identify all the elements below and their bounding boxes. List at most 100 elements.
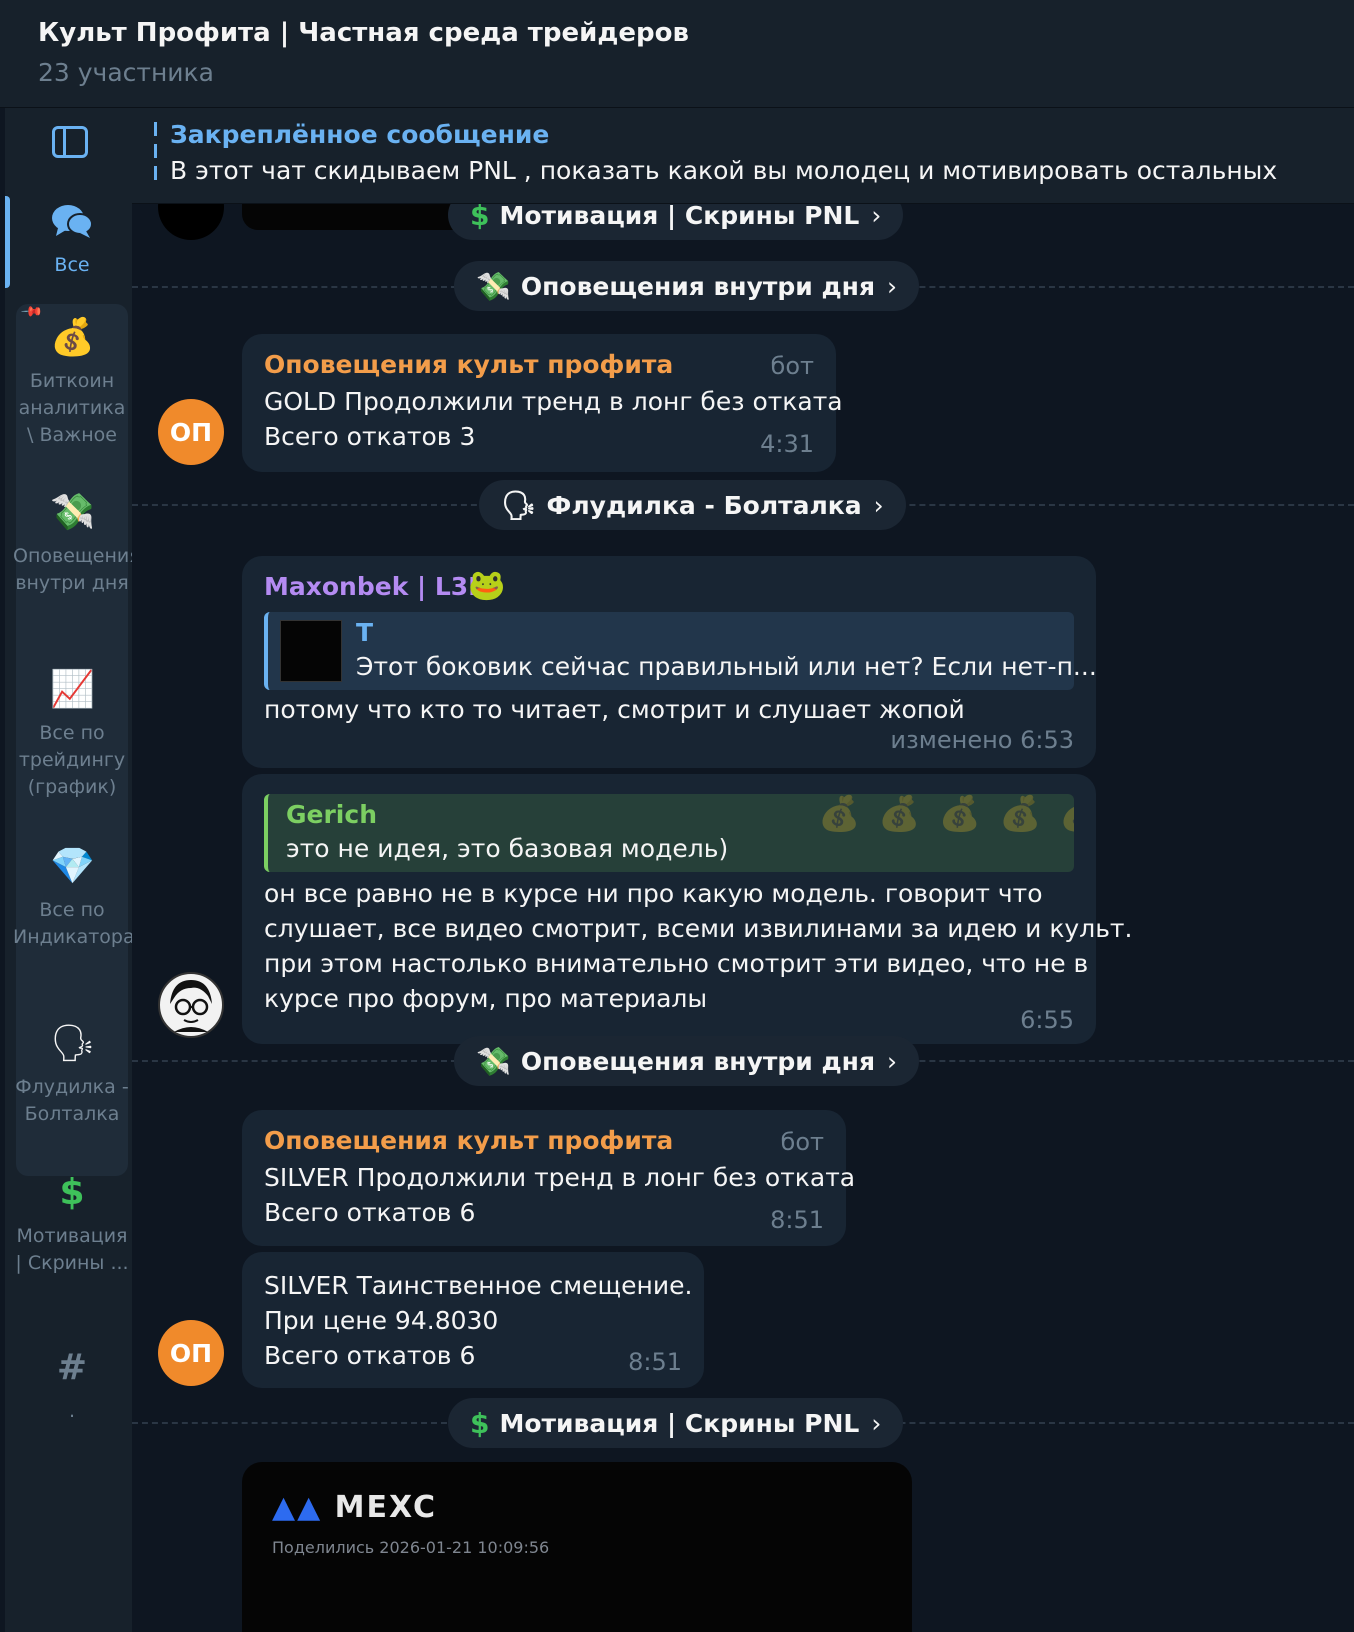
message-text: GOLD Продолжили тренд в лонг без отката xyxy=(264,387,843,416)
sidebar-item-label: Биткоин аналитика \ Важное xyxy=(18,370,126,446)
chat-header[interactable]: Культ Профита | Частная среда трейдеров … xyxy=(0,0,1354,108)
pinned-title: Закреплённое сообщение xyxy=(170,120,550,149)
mexc-logo-mark-icon: ▲▲ xyxy=(272,1490,323,1525)
chat-bubbles-icon xyxy=(50,200,94,244)
flying-money-icon: 💸 xyxy=(50,492,95,533)
bot-tag: бот xyxy=(780,1128,824,1156)
dollar-sign-icon: $ xyxy=(470,1406,490,1440)
pinned-indicator xyxy=(154,122,157,188)
avatar[interactable]: ОП xyxy=(158,399,224,465)
mexc-logo: ▲▲ MEXC xyxy=(272,1490,438,1525)
sidebar-item-label: Все по трейдингу (график) xyxy=(18,722,126,798)
bot-tag: бот xyxy=(770,352,814,380)
message-text: Всего откатов 6 xyxy=(264,1198,476,1227)
message-text: SILVER Таинственное смещение. xyxy=(264,1271,693,1300)
sidebar-item-bitcoin[interactable]: 💰 Биткоин аналитика \ Важное xyxy=(13,316,131,449)
message-time: 8:51 xyxy=(628,1348,682,1376)
topic-label: Оповещения внутри дня xyxy=(520,271,876,301)
topics-sidebar: 📌 Все 💰 Биткоин аналитика \ Важное 💸 Опо… xyxy=(0,108,149,1632)
topic-link-motivation[interactable]: $ Мотивация | Скрины PNL › xyxy=(448,204,904,240)
gem-icon: 💎 xyxy=(50,846,95,887)
chat-title: Культ Профита | Частная среда трейдеров xyxy=(38,18,689,48)
sidebar-item-label: Оповещения внутри дня xyxy=(13,545,141,594)
reply-preview[interactable]: Gerich это не идея, это базовая модель) … xyxy=(264,794,1074,872)
topic-label: Оповещения внутри дня xyxy=(520,1046,876,1076)
cartoon-face-icon xyxy=(170,980,212,1032)
reply-author: Gerich xyxy=(286,800,377,829)
pinned-message[interactable]: Закреплённое сообщение В этот чат скидыв… xyxy=(132,108,1354,204)
pinned-text: В этот чат скидываем PNL , показать како… xyxy=(170,156,1278,185)
active-indicator xyxy=(5,196,10,288)
sidebar-item-label: Мотивация | Скрины ... xyxy=(15,1225,129,1274)
message-bubble[interactable]: Gerich это не идея, это базовая модель) … xyxy=(242,774,1132,1044)
message-text: слушает, все видео смотрит, всеми извили… xyxy=(264,914,1133,943)
flying-money-icon: 💸 xyxy=(476,269,511,303)
speaking-head-icon: 🗣 xyxy=(501,488,537,522)
message-sender[interactable]: Maxonbek | L3R xyxy=(264,572,487,601)
shared-timestamp: Поделились 2026-01-21 10:09:56 xyxy=(272,1538,550,1557)
sidebar-item-alerts[interactable]: 💸 Оповещения внутри дня xyxy=(13,491,141,597)
message-text: Всего откатов 6 xyxy=(264,1341,476,1370)
avatar[interactable] xyxy=(158,972,224,1038)
topic-label: Мотивация | Скрины PNL xyxy=(499,204,860,230)
sidebar-item-label: Флудилка - Болталка xyxy=(15,1076,129,1125)
hashtag-icon: # xyxy=(56,1347,88,1388)
topic-label: Флудилка - Болталка xyxy=(546,490,862,520)
message-text: Всего откатов 3 xyxy=(264,422,476,451)
speaking-head-icon: 🗣 xyxy=(50,1023,96,1064)
message-bubble[interactable]: SILVER Таинственное смещение. При цене 9… xyxy=(242,1252,704,1388)
avatar[interactable] xyxy=(158,204,224,240)
dollar-sign-icon: $ xyxy=(470,204,490,232)
chevron-right-icon: › xyxy=(871,204,882,230)
topic-link-motivation[interactable]: $ Мотивация | Скрины PNL › xyxy=(448,1398,904,1448)
chart-up-icon: 📈 xyxy=(50,669,95,710)
message-time: изменено 6:53 xyxy=(890,726,1074,754)
sidebar-item-trading[interactable]: 📈 Все по трейдингу (график) xyxy=(13,668,131,801)
chevron-right-icon: › xyxy=(871,1408,882,1438)
reply-preview[interactable]: T Этот боковик сейчас правильный или нет… xyxy=(264,612,1097,690)
topic-link-alerts[interactable]: 💸 Оповещения внутри дня › xyxy=(454,261,920,311)
message-sender[interactable]: Оповещения культ профита xyxy=(264,350,673,379)
topic-link-alerts[interactable]: 💸 Оповещения внутри дня › xyxy=(454,1036,920,1086)
message-text: SILVER Продолжили тренд в лонг без откат… xyxy=(264,1163,856,1192)
message-bubble[interactable]: Оповещения культ профита бот GOLD Продол… xyxy=(242,334,843,472)
message-time: 8:51 xyxy=(770,1206,824,1234)
sidebar-item-indicators[interactable]: 💎 Все по Индикаторам xyxy=(13,845,149,951)
sidebar-item-motivation[interactable]: $ Мотивация | Скрины ... xyxy=(13,1171,131,1277)
image-message[interactable]: ▲▲ MEXC Поделились 2026-01-21 10:09:56 xyxy=(242,1462,912,1632)
avatar[interactable]: ОП xyxy=(158,1320,224,1386)
sidebar-item-all[interactable]: Все xyxy=(13,200,131,279)
sidebar-item-flood[interactable]: 🗣 Флудилка - Болталка xyxy=(13,1022,131,1128)
chevron-right-icon: › xyxy=(887,1046,898,1076)
message-text: он все равно не в курсе ни про какую мод… xyxy=(264,879,1043,908)
chevron-right-icon: › xyxy=(887,271,898,301)
message-text: при этом настолько внимательно смотрит э… xyxy=(264,949,1089,978)
dollar-sign-icon: $ xyxy=(59,1172,85,1213)
topic-link-flood[interactable]: 🗣 Флудилка - Болталка › xyxy=(479,480,906,530)
sidebar-item-label: Все xyxy=(54,254,90,276)
message-sender[interactable]: Оповещения культ профита xyxy=(264,1126,673,1155)
message-bubble[interactable]: Maxonbek | L3R 🐸 T Этот боковик сейчас п… xyxy=(242,556,1097,768)
sidebar-item-label: . xyxy=(68,1400,76,1422)
sidebar-item-label: Все по Индикаторам xyxy=(13,899,149,948)
frog-emoji-icon: 🐸 xyxy=(468,568,506,603)
reply-text: Этот боковик сейчас правильный или нет? … xyxy=(356,652,1097,681)
money-bag-icon: 💰 xyxy=(50,317,95,358)
member-count: 23 участника xyxy=(38,58,214,87)
flying-money-icon: 💸 xyxy=(476,1044,511,1078)
sidebar-item-hashtag[interactable]: # . xyxy=(13,1346,131,1425)
reply-author: T xyxy=(356,618,374,647)
reply-text: это не идея, это базовая модель) xyxy=(286,834,729,863)
message-text: потому что кто то читает, смотрит и слуш… xyxy=(264,695,965,724)
message-text: курсе про форум, про материалы xyxy=(264,984,708,1013)
message-time: 6:55 xyxy=(1020,1006,1074,1034)
topic-label: Мотивация | Скрины PNL xyxy=(499,1408,860,1438)
message-list[interactable]: $ Мотивация | Скрины PNL › 💸 Оповещения … xyxy=(132,204,1354,1632)
message-time: 4:31 xyxy=(760,430,814,458)
chevron-right-icon: › xyxy=(873,490,884,520)
sidebar-toggle-icon[interactable] xyxy=(52,126,88,158)
message-text: При цене 94.8030 xyxy=(264,1306,499,1335)
money-bag-pattern-icon: 💰💰💰💰💰 xyxy=(818,794,1074,834)
message-bubble[interactable]: Оповещения культ профита бот SILVER Прод… xyxy=(242,1110,855,1246)
reply-thumbnail xyxy=(280,620,342,682)
